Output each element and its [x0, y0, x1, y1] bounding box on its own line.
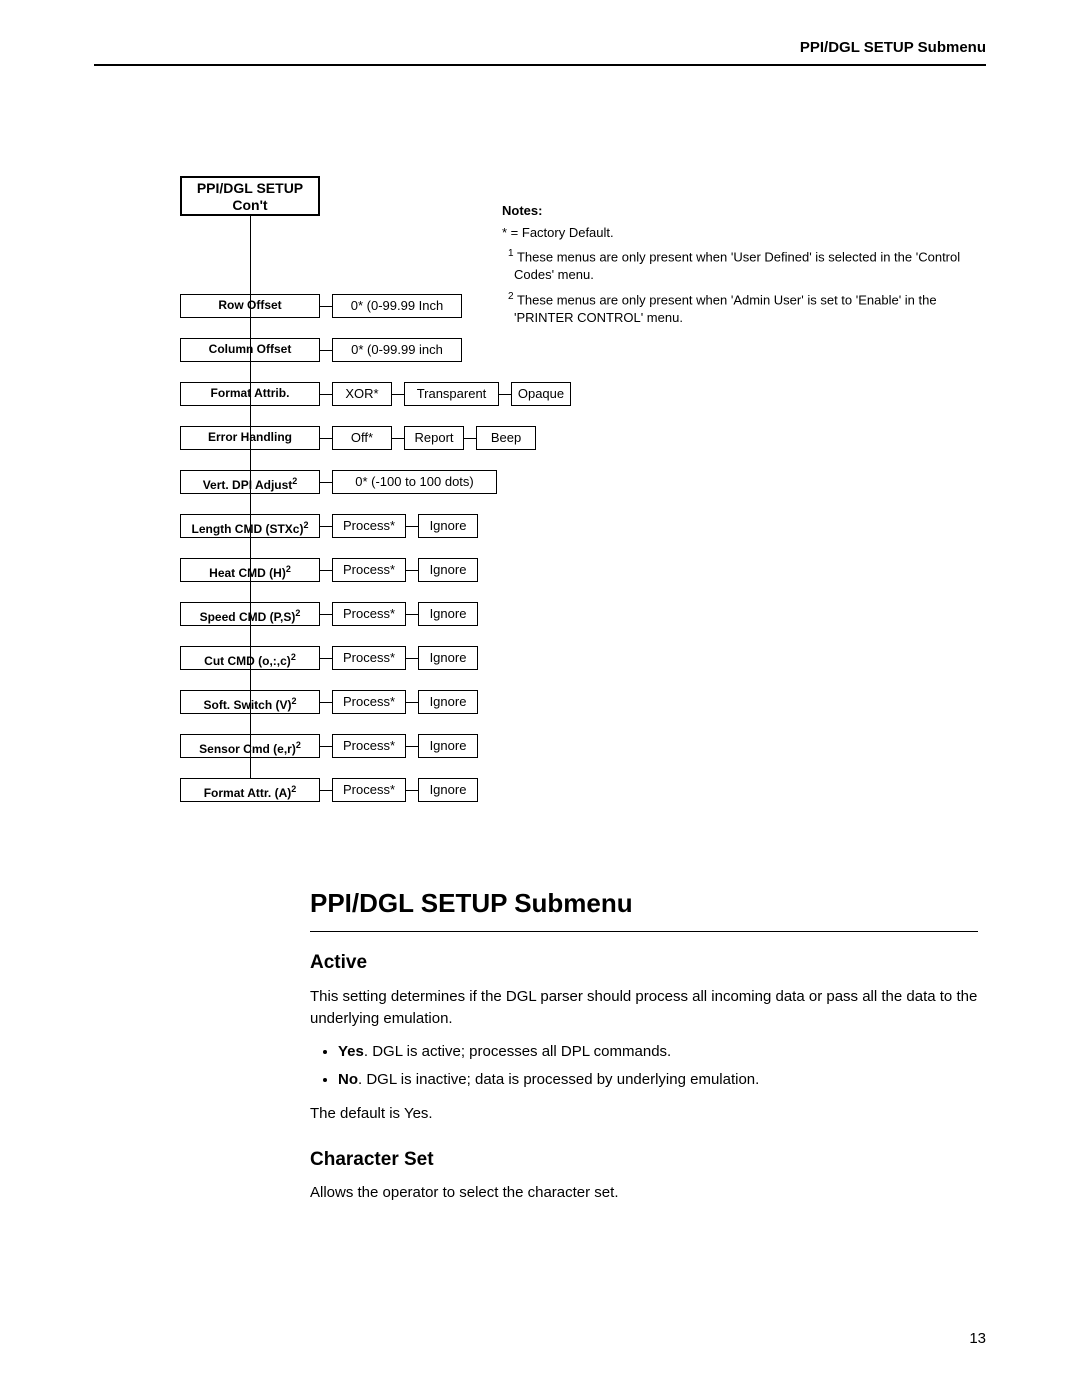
menu-option: Process* [332, 734, 406, 758]
menu-option: Process* [332, 646, 406, 670]
menu-option: XOR* [332, 382, 392, 406]
menu-option: Process* [332, 690, 406, 714]
connector [320, 746, 332, 747]
active-yes-label: Yes [338, 1043, 364, 1060]
menu-option: Process* [332, 602, 406, 626]
connector [320, 526, 332, 527]
charset-text: Allows the operator to select the charac… [310, 1182, 978, 1204]
connector [406, 614, 418, 615]
connector [406, 702, 418, 703]
menu-item-label: Format Attrib. [180, 382, 320, 406]
menu-item-label: Sensor Cmd (e,r)2 [180, 734, 320, 758]
notes-1-text: These menus are only present when 'User … [514, 250, 960, 283]
menu-option: Process* [332, 558, 406, 582]
menu-item-label: Column Offset [180, 338, 320, 362]
menu-option: Ignore [418, 514, 478, 538]
menu-option: 0* (-100 to 100 dots) [332, 470, 497, 494]
active-intro: This setting determines if the DGL parse… [310, 986, 978, 1030]
connector [406, 746, 418, 747]
menu-option: 0* (0-99.99 Inch [332, 294, 462, 318]
menu-item-label: Speed CMD (P,S)2 [180, 602, 320, 626]
notes-heading: Notes: [502, 202, 968, 220]
connector [406, 790, 418, 791]
connector [320, 702, 332, 703]
menu-item-label: Error Handling [180, 426, 320, 450]
connector [320, 570, 332, 571]
menu-option: Ignore [418, 778, 478, 802]
active-bullet-yes: Yes. DGL is active; processes all DPL co… [338, 1041, 978, 1063]
notes-2: 2 These menus are only present when 'Adm… [502, 290, 968, 326]
notes-block: Notes: * = Factory Default. 1 These menu… [502, 202, 968, 332]
connector [392, 394, 404, 395]
section-rule [310, 931, 978, 932]
active-yes-text: . DGL is active; processes all DPL comma… [364, 1043, 671, 1060]
page-number: 13 [969, 1329, 986, 1349]
menu-option: Beep [476, 426, 536, 450]
connector [406, 526, 418, 527]
connector [392, 438, 404, 439]
menu-item-label: Length CMD (STXc)2 [180, 514, 320, 538]
active-heading: Active [310, 950, 978, 976]
menu-option: 0* (0-99.99 inch [332, 338, 462, 362]
menu-option: Process* [332, 778, 406, 802]
connector [320, 438, 332, 439]
active-no-label: No [338, 1071, 358, 1088]
notes-star: * = Factory Default. [502, 224, 968, 242]
active-no-text: . DGL is inactive; data is processed by … [358, 1071, 759, 1088]
menu-option: Off* [332, 426, 392, 450]
menu-item-label: Vert. DPI Adjust2 [180, 470, 320, 494]
connector [320, 306, 332, 307]
menu-item-label: Format Attr. (A)2 [180, 778, 320, 802]
notes-1: 1 These menus are only present when 'Use… [502, 247, 968, 283]
menu-option: Ignore [418, 646, 478, 670]
menu-option: Ignore [418, 602, 478, 626]
connector [320, 790, 332, 791]
connector [320, 482, 332, 483]
active-bullet-no: No. DGL is inactive; data is processed b… [338, 1069, 978, 1091]
menu-item-label: Row Offset [180, 294, 320, 318]
menu-option: Process* [332, 514, 406, 538]
connector [320, 350, 332, 351]
connector [499, 394, 511, 395]
menu-item-label: Cut CMD (o,:,c)2 [180, 646, 320, 670]
root-title-line1: PPI/DGL SETUP [182, 180, 318, 197]
header-rule [94, 64, 986, 66]
connector [406, 658, 418, 659]
root-title-line2: Con't [182, 197, 318, 214]
menu-option: Opaque [511, 382, 571, 406]
connector [406, 570, 418, 571]
menu-tree-diagram: PPI/DGL SETUP Con't Row Offset 0* (0-99.9… [94, 176, 986, 856]
charset-heading: Character Set [310, 1147, 978, 1173]
notes-2-text: These menus are only present when 'Admin… [514, 292, 937, 325]
body-text: PPI/DGL SETUP Submenu Active This settin… [310, 886, 978, 1204]
menu-option: Transparent [404, 382, 499, 406]
menu-item-label: Soft. Switch (V)2 [180, 690, 320, 714]
menu-option: Ignore [418, 558, 478, 582]
connector [464, 438, 476, 439]
menu-option: Ignore [418, 734, 478, 758]
root-box: PPI/DGL SETUP Con't [180, 176, 320, 216]
connector [320, 614, 332, 615]
menu-item-label: Heat CMD (H)2 [180, 558, 320, 582]
active-default: The default is Yes. [310, 1103, 978, 1125]
menu-option: Ignore [418, 690, 478, 714]
running-header: PPI/DGL SETUP Submenu [94, 38, 986, 58]
connector [320, 658, 332, 659]
section-title: PPI/DGL SETUP Submenu [310, 886, 978, 921]
menu-option: Report [404, 426, 464, 450]
connector [320, 394, 332, 395]
